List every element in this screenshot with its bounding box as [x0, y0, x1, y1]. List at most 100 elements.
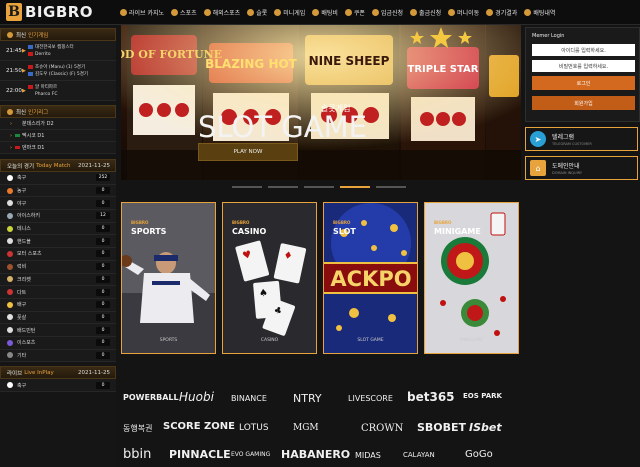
sport-name: 럭비 — [17, 264, 27, 271]
username-input[interactable]: 아이디를 입력하세요. — [532, 44, 635, 56]
sport-row[interactable]: 아이스하키 12 — [0, 210, 116, 223]
telegram-sub: TELEGRAM CUSTOMER — [552, 142, 592, 146]
partner-logo: CROWN — [361, 423, 404, 434]
flag-icon — [28, 65, 33, 69]
telegram-card[interactable]: ➤ 텔레그램 TELEGRAM CUSTOMER — [525, 127, 638, 151]
sport-icon — [7, 276, 13, 283]
sport-name: 크리켓 — [17, 276, 31, 283]
sport-row[interactable]: 크리켓 0 — [0, 273, 116, 287]
sport-row[interactable]: 다트 0 — [0, 286, 116, 299]
sport-icon — [7, 382, 13, 389]
login-button[interactable]: 로그인 — [532, 76, 635, 90]
partner-logo: LOTUS — [239, 423, 269, 433]
league-row[interactable]: › 덴마크 D1 — [0, 142, 116, 154]
sport-row[interactable]: 럭비 0 — [0, 260, 116, 274]
live-game-row[interactable]: 21:50 ▶ 조슈아 (Manu) (1) 5경기 김도우 (Classic) (F… — [0, 61, 116, 81]
card-title: SPORTS — [131, 227, 167, 236]
nav-item[interactable]: 미니게임 — [274, 8, 305, 17]
nav-item[interactable]: 경기결과 — [486, 8, 517, 17]
sport-row[interactable]: 배구 0 — [0, 298, 116, 312]
banner-dot[interactable] — [304, 186, 334, 188]
live-game-row[interactable]: 22:00 ▶ 알 마티파르 Pharco FC — [0, 81, 116, 101]
nav-item[interactable]: 해외스포츠 — [203, 8, 240, 17]
live-game-row[interactable]: 21:45 ▶ 대전한국보 캠핑스터 Derrito — [0, 41, 116, 61]
live-games-list: 21:45 ▶ 대전한국보 캠핑스터 Derrito 21:50 ▶ 조슈아 (Manu) … — [0, 41, 116, 101]
nav-label: 라이브 카지노 — [129, 10, 165, 17]
home-team: 알 마티파르 — [28, 84, 57, 91]
login-title: Memer Login — [532, 33, 565, 39]
nav-item[interactable]: 배팅비 — [312, 8, 338, 17]
flag-icon — [28, 72, 33, 76]
site-logo[interactable]: B BIGBRO — [6, 3, 93, 21]
card-brand: BIGBRO — [131, 220, 149, 225]
sport-name: 기타 — [17, 352, 27, 359]
sport-name: 축구 — [17, 382, 27, 389]
sport-row[interactable]: 야구 0 — [0, 197, 116, 211]
domain-card[interactable]: ⌂ 도메인안내 DOMAIN INQUIRY — [525, 156, 638, 180]
home-team: 대전한국보 캠핑스터 — [28, 44, 74, 51]
card-footer: SPORTS — [159, 338, 178, 343]
league-row[interactable]: › 분데스리가 D2 — [0, 118, 116, 130]
nav-item[interactable]: 라이브 카지노 — [120, 8, 164, 17]
sport-icon — [7, 174, 13, 181]
nav-item[interactable]: 배팅내역 — [524, 8, 555, 17]
main-nav: 라이브 카지노 스포츠 해외스포츠 슬롯 미니게임 배팅비 쿠폰 입금신청 출금신청 머니이동 경기… — [120, 0, 562, 25]
nav-label: 미니게임 — [283, 10, 306, 17]
card-minigame[interactable]: BIGBRO MINIGAME MINIGAME — [424, 202, 519, 354]
sport-name: 배드민턴 — [17, 327, 36, 334]
card-slot[interactable]: ACKPO BIGBRO SLOT SLOT GAME — [323, 202, 418, 354]
sport-row[interactable]: 풋살 0 — [0, 311, 116, 325]
banner-dot[interactable] — [376, 186, 406, 188]
today-accent: Today Match — [36, 162, 71, 169]
sport-row[interactable]: 핸드볼 0 — [0, 235, 116, 249]
partner-logo: PINNACLE — [169, 448, 231, 461]
main-banner[interactable]: GOD OF FORTUNE BLAZING HOT NINE SHEEP TR… — [121, 25, 521, 180]
flag-icon — [15, 121, 20, 126]
partner-logo: 동행복권 — [123, 424, 153, 433]
sport-row[interactable]: 이스포츠 0 — [0, 336, 116, 350]
nav-item[interactable]: 머니이동 — [448, 8, 479, 17]
partner-logos: POWERBALL Huobi BINANCE NTRY LIVESCORE b… — [121, 385, 521, 467]
nav-item[interactable]: 입금신청 — [371, 8, 403, 17]
nav-item[interactable]: 슬롯 — [247, 8, 267, 17]
sport-row[interactable]: 농구 0 — [0, 184, 116, 198]
nav-icon — [344, 9, 352, 16]
partner-logo: GoGo — [465, 449, 493, 460]
baseball-pitcher-art — [122, 203, 215, 353]
banner-dot[interactable] — [232, 186, 262, 188]
sport-icon — [7, 339, 13, 346]
sign-nine-sheep: NINE SHEEP — [309, 54, 390, 68]
banner-dot[interactable] — [268, 186, 298, 188]
partner-logo: bet365 — [407, 390, 455, 404]
sport-row[interactable]: 배드민턴 0 — [0, 324, 116, 337]
card-footer: SLOT GAME — [357, 338, 384, 343]
sport-name: 다트 — [17, 289, 27, 296]
nav-item[interactable]: 쿠폰 — [344, 8, 365, 17]
sport-row[interactable]: 축구 252 — [0, 172, 116, 185]
card-sports[interactable]: BIGBRO SPORTS SPORTS — [121, 202, 216, 354]
nav-item[interactable]: 출금신청 — [410, 8, 441, 17]
sport-icon — [7, 212, 13, 219]
nav-item[interactable]: 스포츠 — [171, 8, 197, 17]
sport-row[interactable]: 축구 0 — [0, 379, 116, 392]
sport-row[interactable]: 모터 스포츠 0 — [0, 248, 116, 261]
leagues-list: › 분데스리가 D2 › 멕시코 D1 › 덴마크 D1 — [0, 118, 116, 154]
nav-label: 출금신청 — [419, 10, 442, 17]
card-casino[interactable]: ♥ ♦ ♠ ♣ BIGBRO CASINO CASINO — [222, 202, 317, 354]
sport-row[interactable]: 기타 0 — [0, 349, 116, 363]
sport-name: 모터 스포츠 — [17, 251, 42, 258]
sport-count: 12 — [96, 212, 110, 220]
password-input[interactable]: 비밀번호를 입력하세요. — [532, 60, 635, 72]
partner-logo: MIDAS — [355, 451, 381, 460]
league-row[interactable]: › 멕시코 D1 — [0, 130, 116, 142]
banner-dot-active[interactable] — [340, 186, 370, 188]
nav-icon — [524, 9, 532, 16]
sport-icon — [7, 301, 13, 308]
nav-icon — [312, 9, 320, 16]
nav-icon — [486, 9, 494, 16]
join-button[interactable]: 회원가입 — [532, 96, 635, 110]
roulette-art — [425, 203, 518, 353]
play-now-button[interactable]: PLAY NOW — [198, 143, 298, 161]
sport-row[interactable]: 테니스 0 — [0, 222, 116, 236]
sports-list: 축구 252 농구 0 야구 0 아이스하키 12 테니스 0 핸드볼 0 모터 스포츠 0 럭비 0 크리켓 0… — [0, 172, 116, 363]
